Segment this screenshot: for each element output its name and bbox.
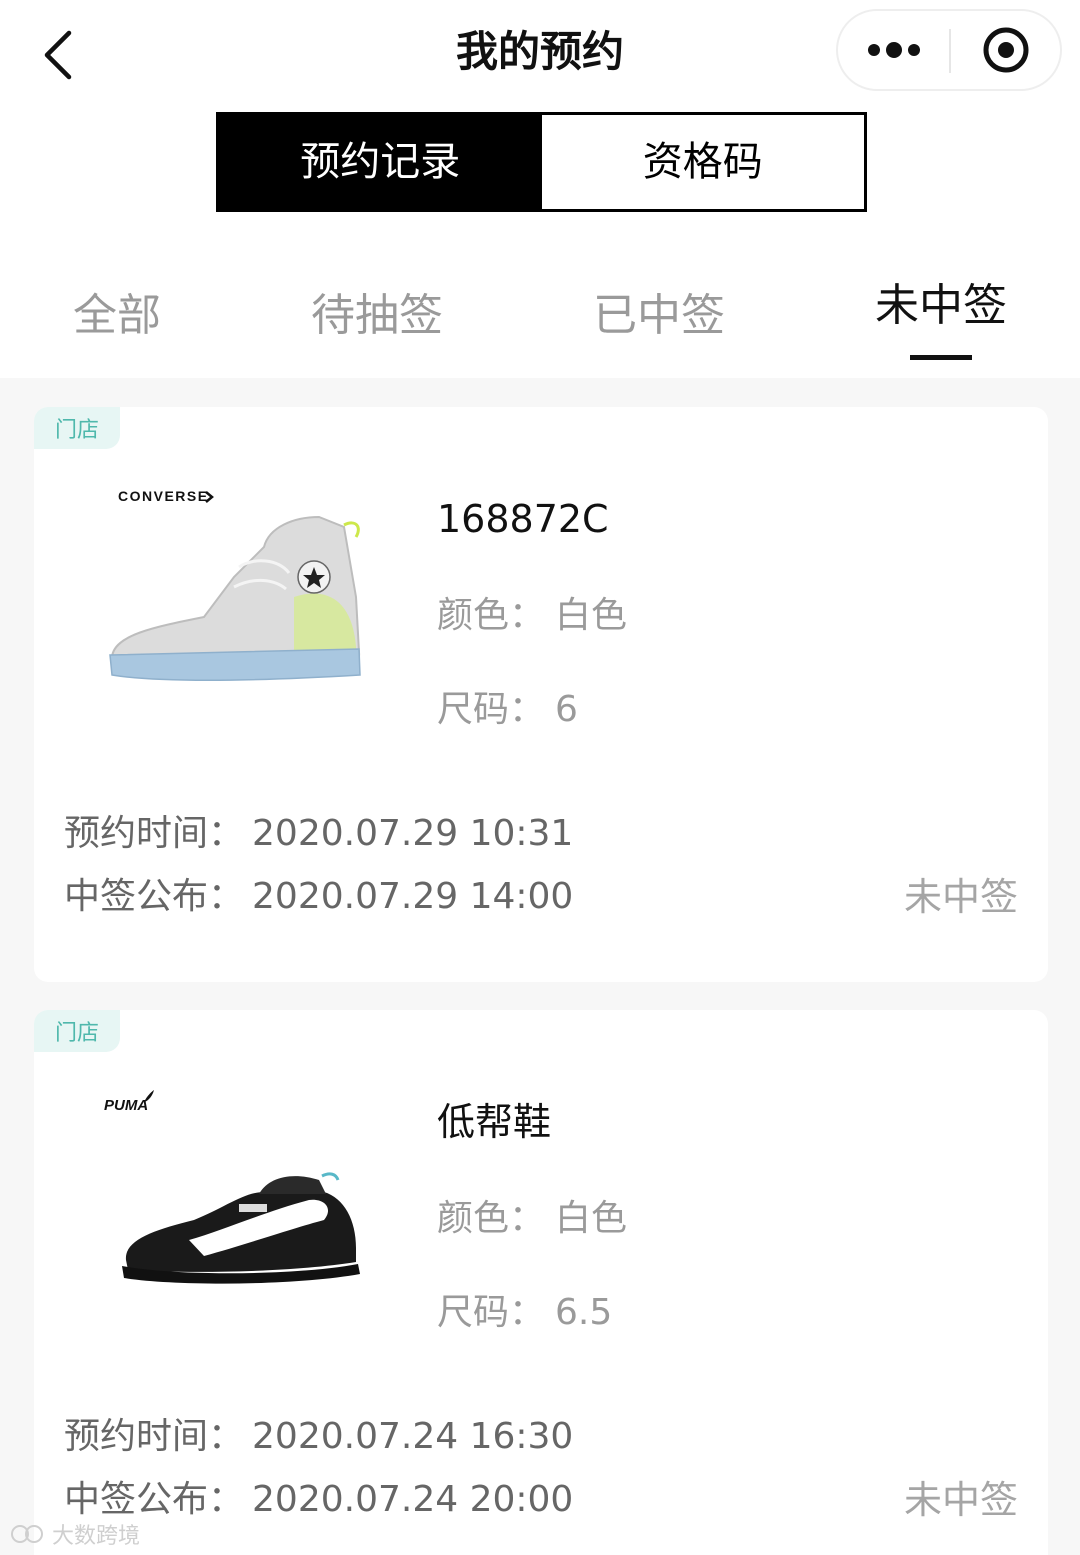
reserve-time-value: 2020.07.29 10:31 [252,813,574,854]
announce-time-row: 中签公布： 2020.07.29 14:00 [64,873,573,921]
draw-result: 未中签 [903,875,1018,919]
size-value: 6.5 [555,1292,613,1333]
color-label: 颜色： [437,1198,546,1239]
tab-won[interactable]: 已中签 [593,288,725,344]
color-label: 颜色： [437,595,546,636]
size-label: 尺码： [437,1292,546,1333]
announce-time-label: 中签公布： [64,876,245,917]
more-dots-icon [868,42,920,58]
active-tab-indicator [910,355,972,360]
more-button[interactable] [838,11,950,89]
size-value: 6 [555,689,578,730]
color-value: 白色 [555,595,628,636]
store-badge: 门店 [34,407,120,449]
reserve-time-row: 预约时间： 2020.07.29 10:31 [64,810,573,858]
announce-time-row: 中签公布： 2020.07.24 20:00 [64,1476,573,1524]
brand-logo: CONVERSE [118,488,209,504]
announce-time-value: 2020.07.24 20:00 [252,1479,574,1520]
color-value: 白色 [555,1198,628,1239]
product-name: 168872C [437,497,609,541]
watermark-logo-icon [11,1525,43,1543]
segment-reservation-records[interactable]: 预约记录 [219,115,542,209]
reserve-time-row: 预约时间： 2020.07.24 16:30 [64,1413,573,1461]
color-attribute: 颜色： 白色 [437,592,627,640]
store-badge: 门店 [34,1010,120,1052]
tab-not-won[interactable]: 未中签 [875,278,1007,334]
reserve-time-value: 2020.07.24 16:30 [252,1416,574,1457]
header: 我的预约 预约记录 资格码 全部 待抽签 已中签 未中签 [0,0,1080,378]
reserve-time-label: 预约时间： [64,1416,245,1457]
product-image: PUMA [94,1080,384,1310]
size-attribute: 尺码： 6.5 [437,1289,612,1337]
close-miniprogram-button[interactable] [951,11,1061,89]
product-image: CONVERSE [94,477,384,707]
target-circle-icon [983,27,1029,73]
tab-pending-draw[interactable]: 待抽签 [311,288,443,344]
reserve-time-label: 预约时间： [64,813,245,854]
reservation-card[interactable]: 门店 PUMA 低帮鞋 颜色： 白色 尺码： 6.5 预约时间： 2020.07.24… [34,1010,1048,1555]
announce-time-value: 2020.07.29 14:00 [252,876,574,917]
watermark-text: 大数跨境 [52,1524,141,1549]
size-label: 尺码： [437,689,546,730]
capsule-menu [836,9,1062,91]
announce-time-label: 中签公布： [64,1479,245,1520]
segment-control: 预约记录 资格码 [216,112,867,212]
draw-result: 未中签 [903,1478,1018,1522]
size-attribute: 尺码： 6 [437,686,578,734]
segment-qualification-code[interactable]: 资格码 [541,115,864,209]
brand-logo: PUMA [104,1097,148,1114]
tab-all[interactable]: 全部 [73,288,161,344]
color-attribute: 颜色： 白色 [437,1195,627,1243]
status-tabs: 全部 待抽签 已中签 未中签 [0,270,1080,370]
product-name: 低帮鞋 [437,1100,552,1144]
reservation-card[interactable]: 门店 CONVERSE 168872C 颜色： 白色 尺码： 6 预约时间： 2020… [34,407,1048,982]
watermark: 大数跨境 [10,1518,140,1550]
